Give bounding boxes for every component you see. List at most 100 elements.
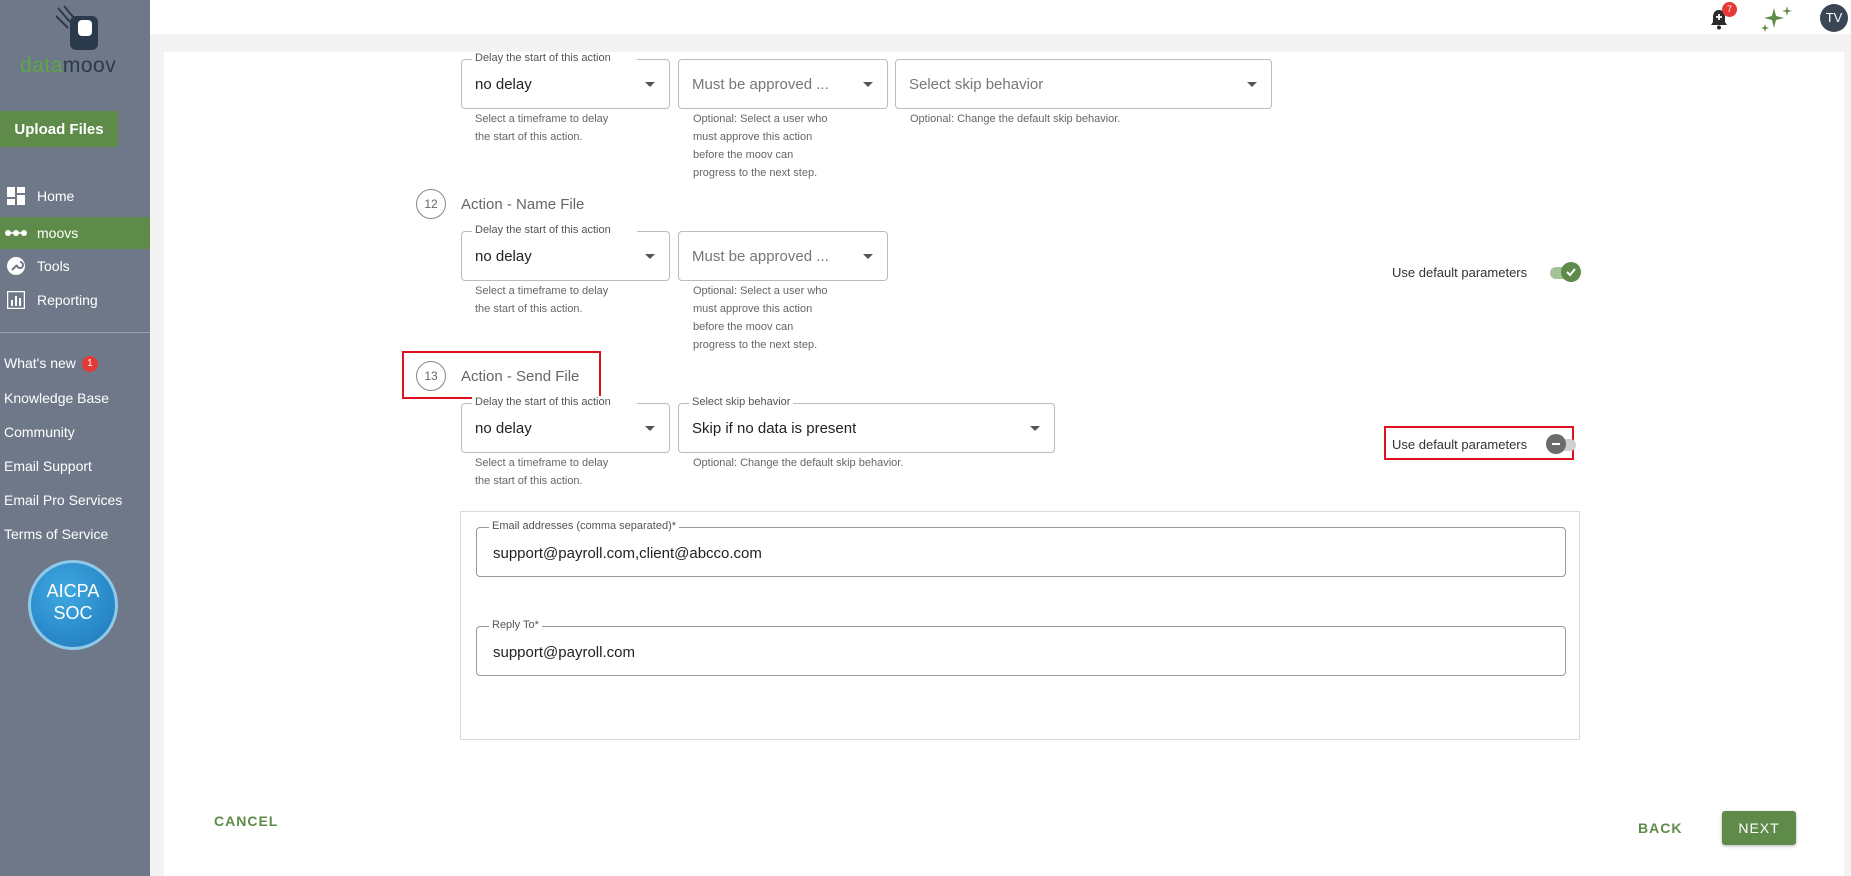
knowledge-base-link[interactable]: Knowledge Base bbox=[4, 390, 109, 406]
helper-line: progress to the next step. bbox=[693, 167, 818, 179]
top-bar bbox=[150, 0, 1851, 34]
nav-item-home[interactable]: Home bbox=[0, 180, 150, 212]
approval-select-placeholder: Must be approved ... bbox=[692, 248, 829, 265]
helper-line: Optional: Select a user who bbox=[693, 285, 828, 297]
nav-item-tools[interactable]: Tools bbox=[0, 250, 150, 282]
use-default-parameters-label: Use default parameters bbox=[1392, 265, 1528, 280]
soc-badge-line1: AICPA bbox=[46, 581, 100, 601]
email-addresses-field[interactable]: Email addresses (comma separated)* bbox=[476, 520, 1566, 577]
datamoov-logo[interactable]: datamoov bbox=[14, 0, 134, 80]
helper-line: before the moov can bbox=[693, 149, 794, 161]
nav-item-label: moovs bbox=[37, 225, 79, 241]
nav-item-label: Reporting bbox=[37, 292, 98, 308]
notification-count-badge: 7 bbox=[1722, 2, 1737, 17]
ai-sparkle-icon[interactable] bbox=[1760, 4, 1794, 32]
soc-badge-line2: SOC bbox=[53, 603, 93, 623]
use-default-parameters-label: Use default parameters bbox=[1392, 437, 1528, 452]
skip-behavior-select-previous[interactable]: Select skip behavior bbox=[895, 59, 1272, 109]
helper-line: must approve this action bbox=[693, 131, 813, 143]
skip-select-value: Skip if no data is present bbox=[692, 420, 857, 437]
delay-select-step13[interactable]: Delay the start of this action no delay bbox=[461, 396, 670, 453]
back-button[interactable]: BACK bbox=[1632, 819, 1688, 837]
logo-mark-icon bbox=[56, 6, 98, 50]
upload-files-button[interactable]: Upload Files bbox=[0, 111, 118, 147]
approval-select-placeholder: Must be approved ... bbox=[692, 76, 829, 93]
chevron-down-icon bbox=[1247, 82, 1257, 87]
nav-item-moovs[interactable]: moovs bbox=[0, 217, 150, 249]
chevron-down-icon bbox=[645, 426, 655, 431]
email-pro-services-link[interactable]: Email Pro Services bbox=[4, 492, 122, 508]
helper-line: progress to the next step. bbox=[693, 339, 818, 351]
aicpa-soc-badge: AICPA SOC bbox=[28, 560, 118, 650]
whats-new-link[interactable]: What's new 1 bbox=[4, 355, 98, 372]
skip-helper-text: Optional: Change the default skip behavi… bbox=[693, 457, 904, 469]
delay-select-label: Delay the start of this action bbox=[472, 224, 637, 236]
approval-select-previous[interactable]: Must be approved ... bbox=[678, 59, 888, 109]
skip-behavior-select-step13[interactable]: Select skip behavior Skip if no data is … bbox=[678, 396, 1055, 453]
delay-helper-text: Select a timeframe to delay the start of… bbox=[475, 110, 608, 146]
skip-select-label: Select skip behavior bbox=[689, 396, 794, 408]
main-content-card bbox=[164, 52, 1844, 876]
delay-select-step12[interactable]: Delay the start of this action no delay bbox=[461, 224, 670, 281]
chevron-down-icon bbox=[645, 82, 655, 87]
helper-line: Select a timeframe to delay bbox=[475, 285, 609, 297]
delay-helper-text: Select a timeframe to delay the start of… bbox=[475, 454, 608, 490]
step-number-12: 12 bbox=[416, 189, 446, 219]
workflow-icon bbox=[5, 222, 27, 244]
delay-select-value: no delay bbox=[475, 248, 532, 265]
email-addresses-input[interactable] bbox=[491, 540, 1531, 566]
nav-item-label: Home bbox=[37, 188, 75, 204]
email-support-link[interactable]: Email Support bbox=[4, 458, 92, 474]
helper-line: Optional: Select a user who bbox=[693, 113, 828, 125]
skip-select-placeholder: Select skip behavior bbox=[909, 76, 1044, 93]
chevron-down-icon bbox=[645, 254, 655, 259]
wrench-icon bbox=[5, 255, 27, 277]
step-title-12: Action - Name File bbox=[461, 196, 585, 213]
helper-line: the start of this action. bbox=[475, 131, 583, 143]
approval-select-step12[interactable]: Must be approved ... bbox=[678, 231, 888, 281]
delay-helper-text: Select a timeframe to delay the start of… bbox=[475, 282, 608, 318]
send-file-parameters-panel: Email addresses (comma separated)* Reply… bbox=[460, 511, 1580, 740]
next-button[interactable]: NEXT bbox=[1722, 811, 1796, 845]
helper-line: must approve this action bbox=[693, 303, 813, 315]
helper-line: the start of this action. bbox=[475, 303, 583, 315]
dashboard-icon bbox=[5, 185, 27, 207]
sidebar-divider bbox=[0, 332, 150, 333]
step-number-13: 13 bbox=[416, 361, 446, 391]
whats-new-badge: 1 bbox=[81, 356, 98, 372]
chevron-down-icon bbox=[1030, 426, 1040, 431]
delay-select-value: no delay bbox=[475, 76, 532, 93]
nav-item-reporting[interactable]: Reporting bbox=[0, 284, 150, 316]
terms-of-service-link[interactable]: Terms of Service bbox=[4, 526, 108, 542]
helper-line: the start of this action. bbox=[475, 475, 583, 487]
cancel-button[interactable]: CANCEL bbox=[208, 812, 284, 830]
whats-new-label: What's new bbox=[4, 355, 76, 371]
delay-select-previous[interactable]: Delay the start of this action no delay bbox=[461, 52, 670, 109]
delay-select-label: Delay the start of this action bbox=[472, 52, 637, 64]
logo-text-data: data bbox=[20, 54, 63, 77]
user-avatar[interactable]: TV bbox=[1820, 4, 1848, 32]
logo-text-moov: moov bbox=[62, 54, 117, 77]
use-default-parameters-toggle-step13[interactable] bbox=[1546, 434, 1576, 454]
reply-to-label: Reply To* bbox=[489, 619, 542, 631]
check-icon bbox=[1561, 262, 1581, 282]
approval-helper-text: Optional: Select a user who must approve… bbox=[693, 110, 828, 182]
use-default-parameters-toggle-step12[interactable] bbox=[1550, 262, 1581, 282]
reply-to-field[interactable]: Reply To* bbox=[476, 619, 1566, 676]
delay-select-value: no delay bbox=[475, 420, 532, 437]
sidebar: datamoov Upload Files Home moovs Tools R… bbox=[0, 0, 150, 876]
logo-text: datamoov bbox=[20, 54, 116, 78]
nav-item-label: Tools bbox=[37, 258, 70, 274]
approval-helper-text: Optional: Select a user who must approve… bbox=[693, 282, 828, 354]
delay-select-label: Delay the start of this action bbox=[472, 396, 637, 408]
bar-chart-icon bbox=[5, 289, 27, 311]
chevron-down-icon bbox=[863, 254, 873, 259]
helper-line: Select a timeframe to delay bbox=[475, 113, 609, 125]
step-title-13: Action - Send File bbox=[461, 368, 580, 385]
skip-helper-text: Optional: Change the default skip behavi… bbox=[910, 113, 1121, 125]
community-link[interactable]: Community bbox=[4, 424, 75, 440]
helper-line: before the moov can bbox=[693, 321, 794, 333]
reply-to-input[interactable] bbox=[491, 639, 1531, 665]
chevron-down-icon bbox=[863, 82, 873, 87]
email-addresses-label: Email addresses (comma separated)* bbox=[489, 520, 680, 532]
